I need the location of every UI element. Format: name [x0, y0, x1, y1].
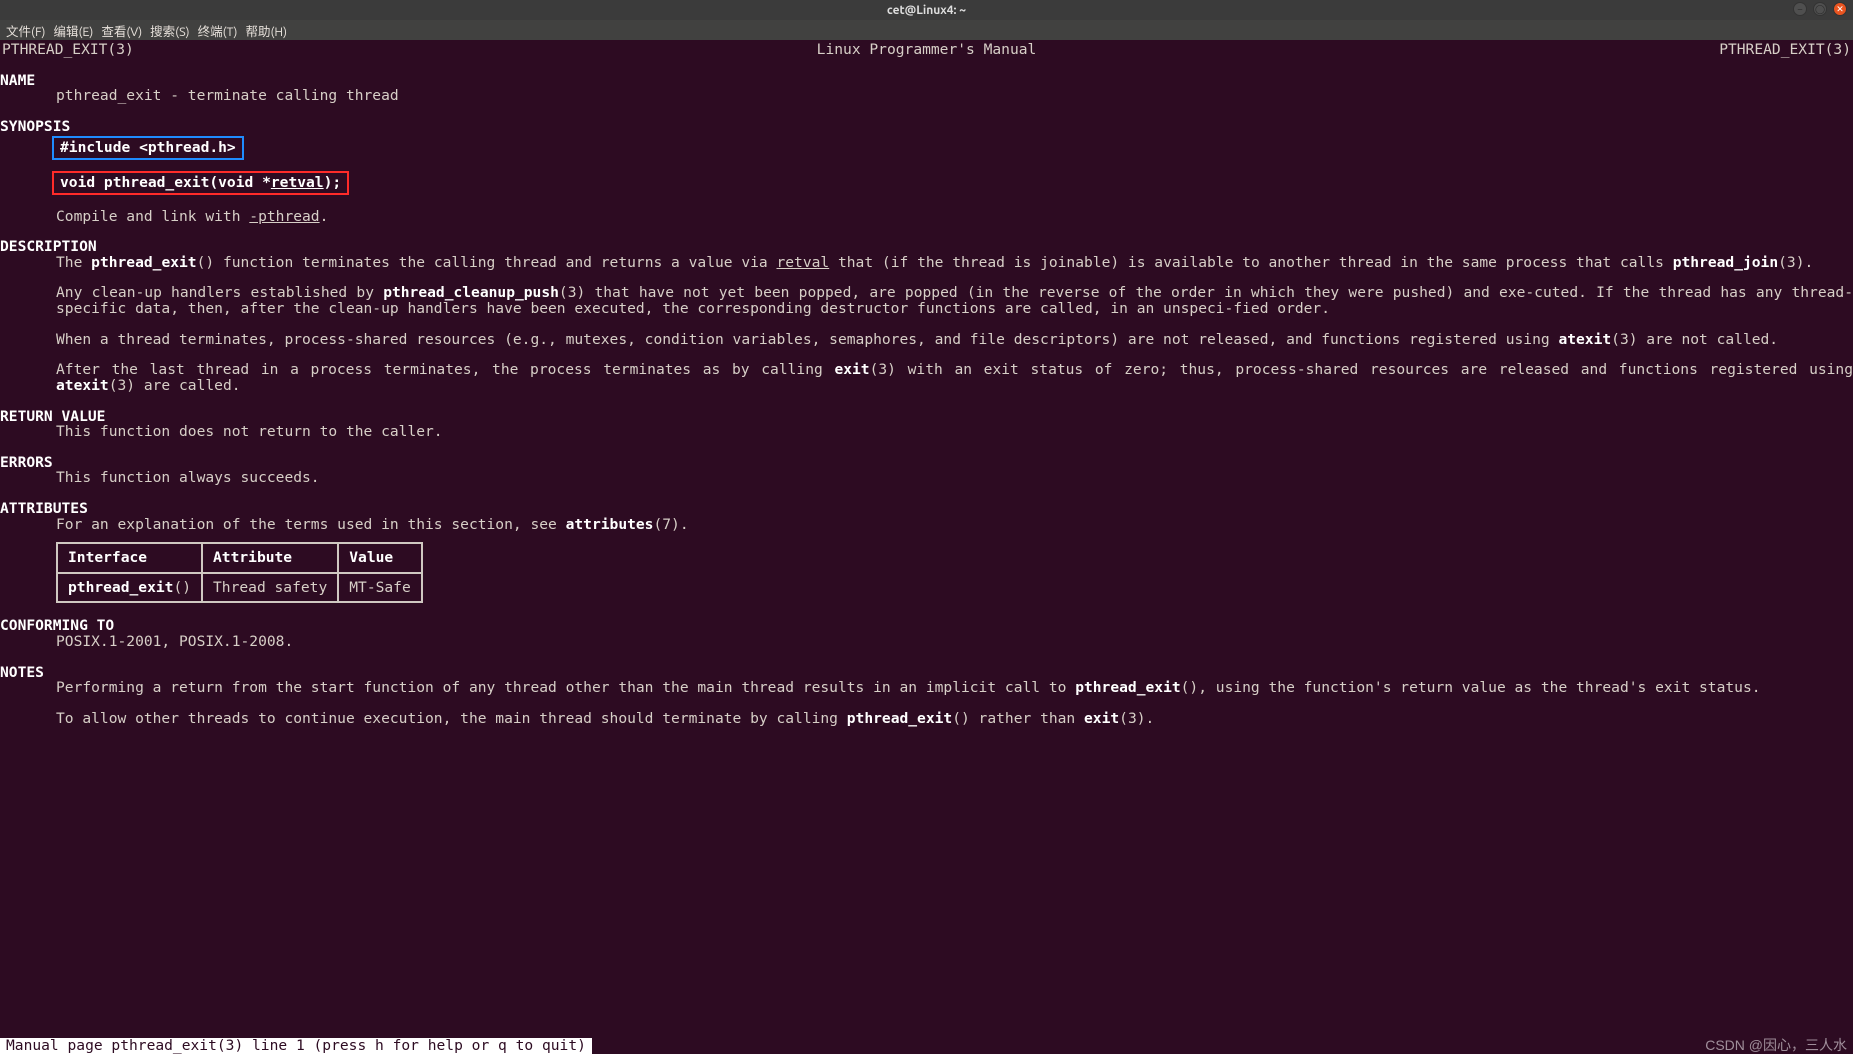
conforming-body: POSIX.1-2001, POSIX.1-2008.	[0, 634, 1853, 650]
menu-view[interactable]: 查看(V)	[101, 21, 142, 40]
close-button[interactable]: ✕	[1833, 2, 1847, 16]
minimize-button[interactable]: –	[1793, 2, 1807, 16]
cell-interface: pthread_exit()	[57, 573, 202, 603]
menu-search[interactable]: 搜索(S)	[150, 21, 189, 40]
cell-value: MT-Safe	[338, 573, 422, 603]
menu-terminal[interactable]: 终端(T)	[198, 21, 238, 40]
col-interface: Interface	[57, 543, 202, 573]
errors-body: This function always succeeds.	[0, 470, 1853, 486]
name-body: pthread_exit - terminate calling thread	[0, 88, 1853, 104]
desc-p4: After the last thread in a process termi…	[0, 362, 1853, 393]
header-left: PTHREAD_EXIT(3)	[2, 42, 134, 58]
pager-status-line: Manual page pthread_exit(3) line 1 (pres…	[0, 1038, 592, 1054]
maximize-button[interactable]: ◯	[1813, 2, 1827, 16]
menu-edit[interactable]: 编辑(E)	[53, 21, 93, 40]
col-value: Value	[338, 543, 422, 573]
return-value-body: This function does not return to the cal…	[0, 424, 1853, 440]
section-notes: NOTES	[0, 665, 1853, 681]
menu-file[interactable]: 文件(F)	[6, 21, 45, 40]
section-errors: ERRORS	[0, 455, 1853, 471]
manpage-header: PTHREAD_EXIT(3) Linux Programmer's Manua…	[0, 40, 1853, 58]
window-controls: – ◯ ✕	[1793, 2, 1847, 16]
desc-p3: When a thread terminates, process-shared…	[0, 332, 1853, 348]
col-attribute: Attribute	[202, 543, 338, 573]
header-right: PTHREAD_EXIT(3)	[1719, 42, 1851, 58]
desc-p1: The pthread_exit() function terminates t…	[0, 255, 1853, 271]
window-title: cet@Linux4: ~	[887, 4, 966, 17]
menubar: 文件(F) 编辑(E) 查看(V) 搜索(S) 终端(T) 帮助(H)	[0, 20, 1853, 40]
notes-p2: To allow other threads to continue execu…	[0, 711, 1853, 727]
desc-p2: Any clean-up handlers established by pth…	[0, 285, 1853, 316]
notes-p1: Performing a return from the start funct…	[0, 680, 1853, 696]
window-titlebar: cet@Linux4: ~ – ◯ ✕	[0, 0, 1853, 20]
section-synopsis: SYNOPSIS	[0, 119, 1853, 135]
attributes-table: Interface Attribute Value pthread_exit()…	[56, 542, 423, 603]
table-row: Interface Attribute Value	[57, 543, 422, 573]
synopsis-compile: Compile and link with -pthread.	[0, 209, 1853, 225]
section-description: DESCRIPTION	[0, 239, 1853, 255]
synopsis-include: #include <pthread.h>	[52, 136, 244, 160]
menu-help[interactable]: 帮助(H)	[245, 21, 287, 40]
header-center: Linux Programmer's Manual	[134, 42, 1719, 58]
section-return-value: RETURN VALUE	[0, 409, 1853, 425]
synopsis-prototype: void pthread_exit(void *retval);	[52, 171, 349, 195]
section-conforming-to: CONFORMING TO	[0, 618, 1853, 634]
terminal-content[interactable]: PTHREAD_EXIT(3) Linux Programmer's Manua…	[0, 40, 1853, 1054]
section-name: NAME	[0, 73, 1853, 89]
attributes-lead: For an explanation of the terms used in …	[0, 517, 1853, 533]
watermark: CSDN @因心，三人水	[1705, 1038, 1847, 1053]
cell-attribute: Thread safety	[202, 573, 338, 603]
table-row: pthread_exit() Thread safety MT-Safe	[57, 573, 422, 603]
section-attributes: ATTRIBUTES	[0, 501, 1853, 517]
